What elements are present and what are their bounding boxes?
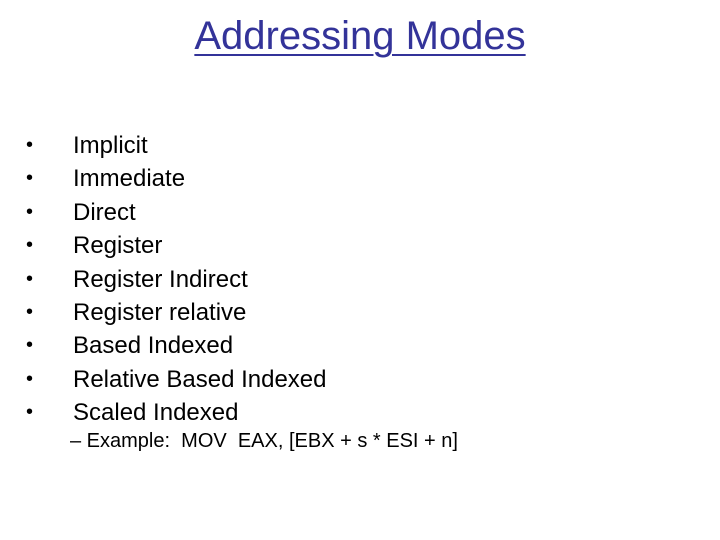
bullet-icon: •: [26, 134, 34, 156]
bullet-icon: •: [26, 334, 34, 357]
bullet-icon: •: [26, 401, 34, 424]
list-item-label: Register Indirect: [73, 265, 248, 293]
list-item-label: Based Indexed: [73, 332, 234, 360]
bullet-icon: •: [26, 167, 34, 190]
list-item-label: Scaled Indexed: [73, 399, 239, 427]
slide-title: Addressing Modes: [194, 14, 526, 58]
list-item-label: Register: [73, 232, 163, 260]
example-sub-item: – Example: MOV EAX, [EBX + s * ESI + n]: [70, 430, 458, 452]
list-item-label: Register relative: [73, 298, 247, 326]
bullet-icon: •: [26, 200, 34, 223]
list-item-label: Relative Based Indexed: [73, 365, 327, 393]
bullet-icon: •: [26, 300, 34, 323]
list-item-label: Direct: [73, 198, 136, 226]
bullet-icon: •: [26, 367, 34, 390]
bullet-icon: •: [26, 267, 34, 290]
list-item-label: Implicit: [73, 132, 148, 159]
list-item-label: Immediate: [73, 165, 186, 193]
bullet-icon: •: [26, 234, 34, 257]
